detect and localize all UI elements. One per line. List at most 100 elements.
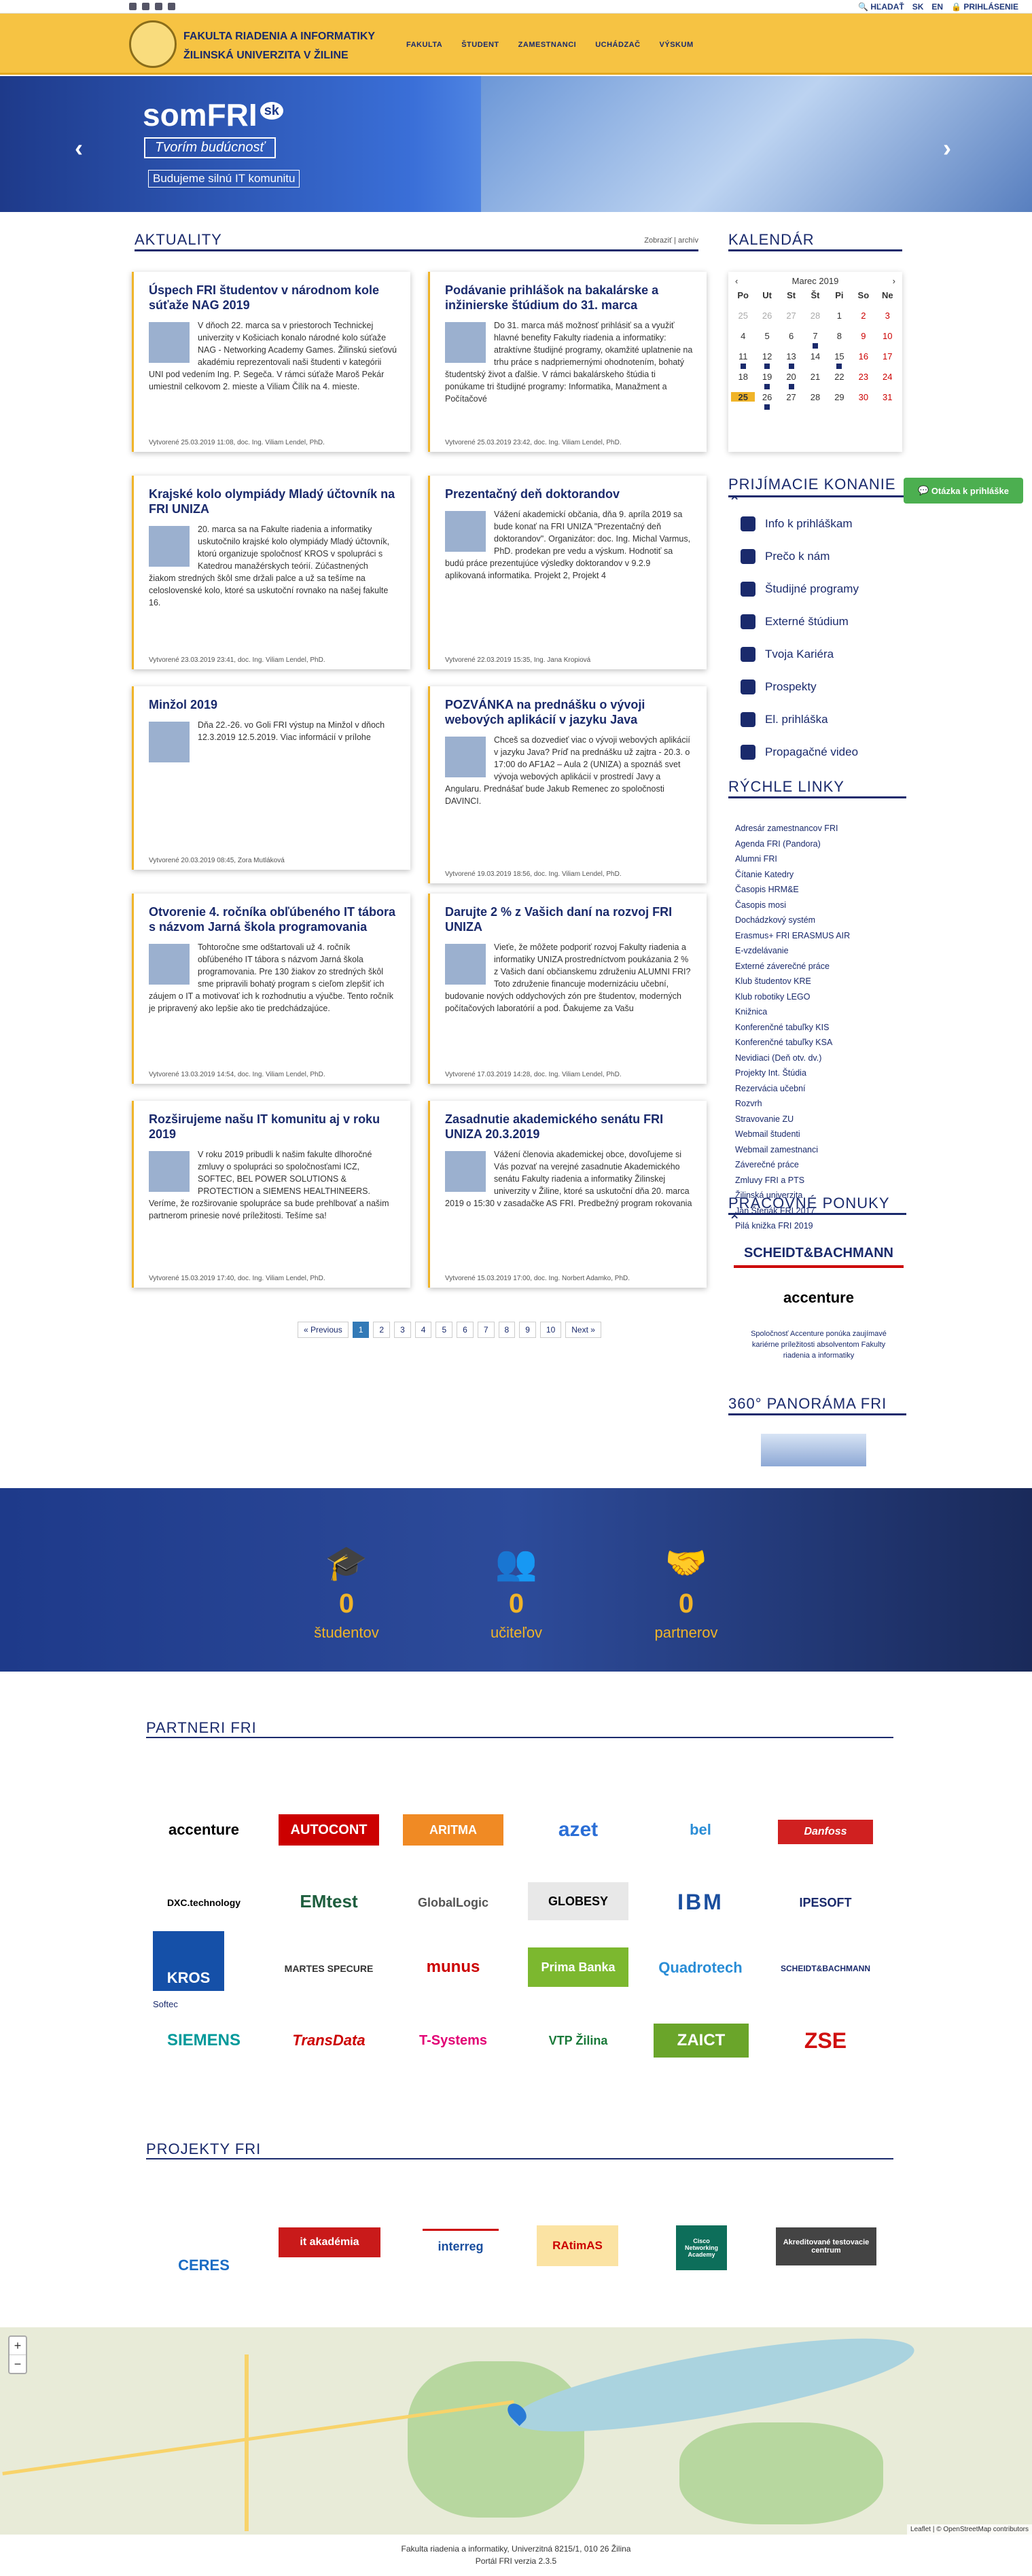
quick-link[interactable]: Konferenčné tabuľky KSA <box>735 1035 871 1051</box>
calendar-day[interactable]: 16 <box>851 351 875 361</box>
news-card[interactable]: Rozširujeme našu IT komunitu aj v roku 2… <box>132 1101 410 1288</box>
calendar-day[interactable]: 27 <box>779 311 803 321</box>
zoom-in-button[interactable]: + <box>10 2337 26 2354</box>
pagination-page[interactable]: 8 <box>498 1322 516 1338</box>
news-card-title[interactable]: Darujte 2 % z Vašich daní na rozvoj FRI … <box>445 904 693 934</box>
quick-link[interactable]: Rozvrh <box>735 1096 871 1112</box>
quick-link[interactable]: Klub študentov KRE <box>735 974 871 989</box>
calendar-day[interactable]: 5 <box>755 331 779 341</box>
project-logo[interactable]: it akadémia <box>279 2227 380 2257</box>
instagram-icon[interactable] <box>155 3 162 10</box>
calendar-day[interactable]: 21 <box>803 372 827 382</box>
calendar-day[interactable]: 10 <box>876 331 900 341</box>
partner-logo[interactable]: GlobalLogic <box>403 1889 503 1916</box>
lang-sk[interactable]: SK <box>912 2 924 12</box>
calendar-day[interactable]: 11 <box>731 351 755 369</box>
news-card-title[interactable]: Krajské kolo olympiády Mladý účtovník na… <box>149 487 397 516</box>
news-card[interactable]: Minžol 2019 Dňa 22.-26. vo Goli FRI výst… <box>132 686 410 870</box>
admissions-title[interactable]: Prijímacie konanie ⌃ <box>728 476 913 511</box>
partner-logo[interactable]: accenture <box>153 1814 255 1846</box>
panorama-thumbnail[interactable] <box>761 1434 866 1466</box>
pagination-page[interactable]: 1 <box>352 1322 370 1338</box>
pagination-page[interactable]: 6 <box>457 1322 474 1338</box>
quick-link[interactable]: Agenda FRI (Pandora) <box>735 836 871 852</box>
quick-link[interactable]: E-vzdelávanie <box>735 943 871 959</box>
quick-link[interactable]: Externé záverečné práce <box>735 959 871 974</box>
pagination-prev[interactable]: « Previous <box>298 1322 349 1338</box>
partner-logo[interactable]: ZAICT <box>654 2024 749 2058</box>
quick-link[interactable]: Stravovanie ZU <box>735 1112 871 1127</box>
admission-item[interactable]: Externé štúdium <box>741 614 849 629</box>
site-brand[interactable]: FAKULTA RIADENIA A INFORMATIKY ŽILINSKÁ … <box>183 27 375 65</box>
partner-logo[interactable]: AUTOCONT <box>279 1814 379 1846</box>
partner-logo[interactable]: Danfoss <box>778 1820 873 1844</box>
news-card[interactable]: Otvorenie 4. ročníka obľúbeného IT tábor… <box>132 894 410 1084</box>
calendar-day[interactable]: 27 <box>779 392 803 402</box>
pagination-page[interactable]: 4 <box>414 1322 432 1338</box>
calendar-day[interactable]: 20 <box>779 372 803 389</box>
project-logo[interactable]: Akreditované testovacie centrum <box>776 2227 876 2265</box>
calendar-day[interactable]: 3 <box>876 311 900 321</box>
news-card-title[interactable]: Zasadnutie akademického senátu FRI UNIZA… <box>445 1112 693 1142</box>
news-card-title[interactable]: POZVÁNKA na prednášku o vývoji webových … <box>445 697 693 727</box>
news-card[interactable]: Úspech FRI študentov v národnom kole súť… <box>132 272 410 452</box>
partner-logo[interactable]: bel <box>650 1814 751 1846</box>
partner-logo[interactable]: ARITMA <box>403 1814 503 1846</box>
calendar-next-icon[interactable]: › <box>893 276 902 286</box>
partner-logo[interactable]: EMtest <box>279 1886 379 1916</box>
partner-logo[interactable]: DXC.technology <box>153 1889 255 1916</box>
partner-logo[interactable]: munus <box>403 1950 503 1984</box>
accenture-job-note[interactable]: Spoločnosť Accenture ponúka zaujímavé ka… <box>747 1328 890 1361</box>
nav-student[interactable]: Študent <box>461 41 499 49</box>
linkedin-icon[interactable] <box>168 3 175 10</box>
admission-item[interactable]: El. prihláška <box>741 712 828 727</box>
quick-link[interactable]: Nevidiaci (Deň otv. dv.) <box>735 1051 871 1066</box>
news-card[interactable]: Prezentačný deň doktorandov Vážení akade… <box>428 476 707 669</box>
calendar-day[interactable]: 12 <box>755 351 779 369</box>
quick-link[interactable]: Záverečné práce <box>735 1157 871 1173</box>
quick-link[interactable]: Webmail študenti <box>735 1127 871 1142</box>
nav-uchadzac[interactable]: Uchádzač <box>595 41 640 49</box>
nav-zamestnanci[interactable]: Zamestnanci <box>518 41 577 49</box>
quick-link[interactable]: Konferenčné tabuľky KIS <box>735 1020 871 1036</box>
facebook-icon[interactable] <box>129 3 137 10</box>
admission-help-button[interactable]: 💬 Otázka k prihláške <box>904 478 1023 504</box>
calendar-day[interactable]: 26 <box>755 311 779 321</box>
calendar-day[interactable]: 24 <box>876 372 900 382</box>
quick-link[interactable]: Časopis mosi <box>735 898 871 913</box>
news-card[interactable]: Darujte 2 % z Vašich daní na rozvoj FRI … <box>428 894 707 1084</box>
partner-logo[interactable]: SIEMENS <box>153 2028 255 2053</box>
partner-logo[interactable]: Prima Banka <box>528 1947 628 1987</box>
chevron-up-icon[interactable]: ⌃ <box>728 493 741 510</box>
quick-link[interactable]: Časopis HRM&E <box>735 882 871 898</box>
news-archive-link[interactable]: Zobraziť | archív <box>644 236 698 245</box>
quick-link[interactable]: Klub robotiky LEGO <box>735 989 871 1005</box>
calendar-day[interactable]: 14 <box>803 351 827 361</box>
calendar-day[interactable]: 26 <box>755 392 779 410</box>
quick-link[interactable]: Projekty Int. Štúdia <box>735 1065 871 1081</box>
calendar-day[interactable]: 9 <box>851 331 875 341</box>
calendar-day[interactable]: 29 <box>828 392 851 402</box>
calendar-day[interactable]: 31 <box>876 392 900 402</box>
admission-item[interactable]: Prečo k nám <box>741 549 830 564</box>
quick-link[interactable]: Dochádzkový systém <box>735 913 871 928</box>
university-seal-logo[interactable] <box>129 20 177 68</box>
slider-prev-icon[interactable]: ‹ <box>75 134 83 162</box>
lang-en[interactable]: EN <box>931 2 943 12</box>
news-card[interactable]: POZVÁNKA na prednášku o vývoji webových … <box>428 686 707 883</box>
quick-link[interactable]: Adresár zamestnancov FRI <box>735 821 871 836</box>
news-card[interactable]: Zasadnutie akademického senátu FRI UNIZA… <box>428 1101 707 1288</box>
calendar-day[interactable]: 25 <box>731 311 755 321</box>
calendar-day[interactable]: 7 <box>803 331 827 349</box>
partner-logo[interactable]: T-Systems <box>403 2028 503 2053</box>
calendar-day[interactable]: 17 <box>876 351 900 361</box>
partner-logo[interactable]: azet <box>528 1813 628 1847</box>
quick-link[interactable]: Erasmus+ FRI ERASMUS AIR <box>735 928 871 944</box>
partner-logo-softec[interactable]: Softec <box>153 1999 178 2009</box>
partner-logo[interactable]: TransData <box>279 2025 379 2056</box>
pagination-page[interactable]: 10 <box>539 1322 562 1338</box>
project-logo[interactable]: interreg <box>423 2229 499 2263</box>
login-link[interactable]: 🔒 PRIHLÁSENIE <box>951 2 1018 12</box>
partner-logo[interactable]: IBM <box>650 1886 751 1918</box>
quick-link[interactable]: Webmail zamestnanci <box>735 1142 871 1158</box>
